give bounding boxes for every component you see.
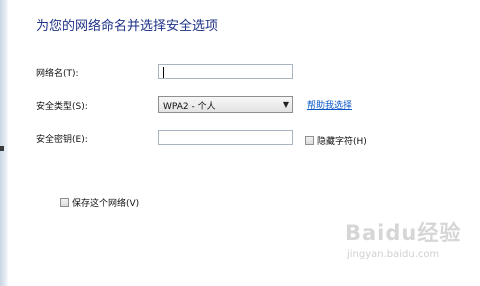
security-key-input[interactable] <box>158 130 293 145</box>
border-marker <box>0 146 4 151</box>
watermark-logo-text: Baidu经验 <box>345 221 462 245</box>
help-me-choose-link[interactable]: 帮助我选择 <box>307 98 352 111</box>
window-border <box>0 0 8 286</box>
security-key-label: 安全密钥(E): <box>36 135 88 145</box>
hide-characters-label: 隐藏字符(H) <box>317 137 367 147</box>
page-title: 为您的网络命名并选择安全选项 <box>36 19 219 34</box>
watermark-url: jingyan.baidu.com <box>347 249 440 260</box>
security-type-label: 安全类型(S): <box>36 102 88 112</box>
text-caret <box>163 67 164 78</box>
hide-characters-option[interactable]: 隐藏字符(H) <box>305 134 367 147</box>
network-name-input[interactable] <box>158 64 293 79</box>
wireless-setup-dialog: 为您的网络命名并选择安全选项 网络名(T): 安全类型(S): WPA2 - 个… <box>0 0 480 286</box>
security-type-value: WPA2 - 个人 <box>163 102 216 112</box>
security-type-select[interactable]: WPA2 - 个人 ▼ <box>158 96 293 113</box>
save-network-option[interactable]: 保存这个网络(V) <box>60 196 139 209</box>
chevron-down-icon: ▼ <box>282 100 289 109</box>
hide-characters-checkbox[interactable] <box>305 136 314 145</box>
baidu-watermark: Baidu经验 jingyan.baidu.com <box>345 217 475 277</box>
save-network-checkbox[interactable] <box>60 198 69 207</box>
save-network-label: 保存这个网络(V) <box>72 199 140 209</box>
network-name-label: 网络名(T): <box>36 69 79 79</box>
